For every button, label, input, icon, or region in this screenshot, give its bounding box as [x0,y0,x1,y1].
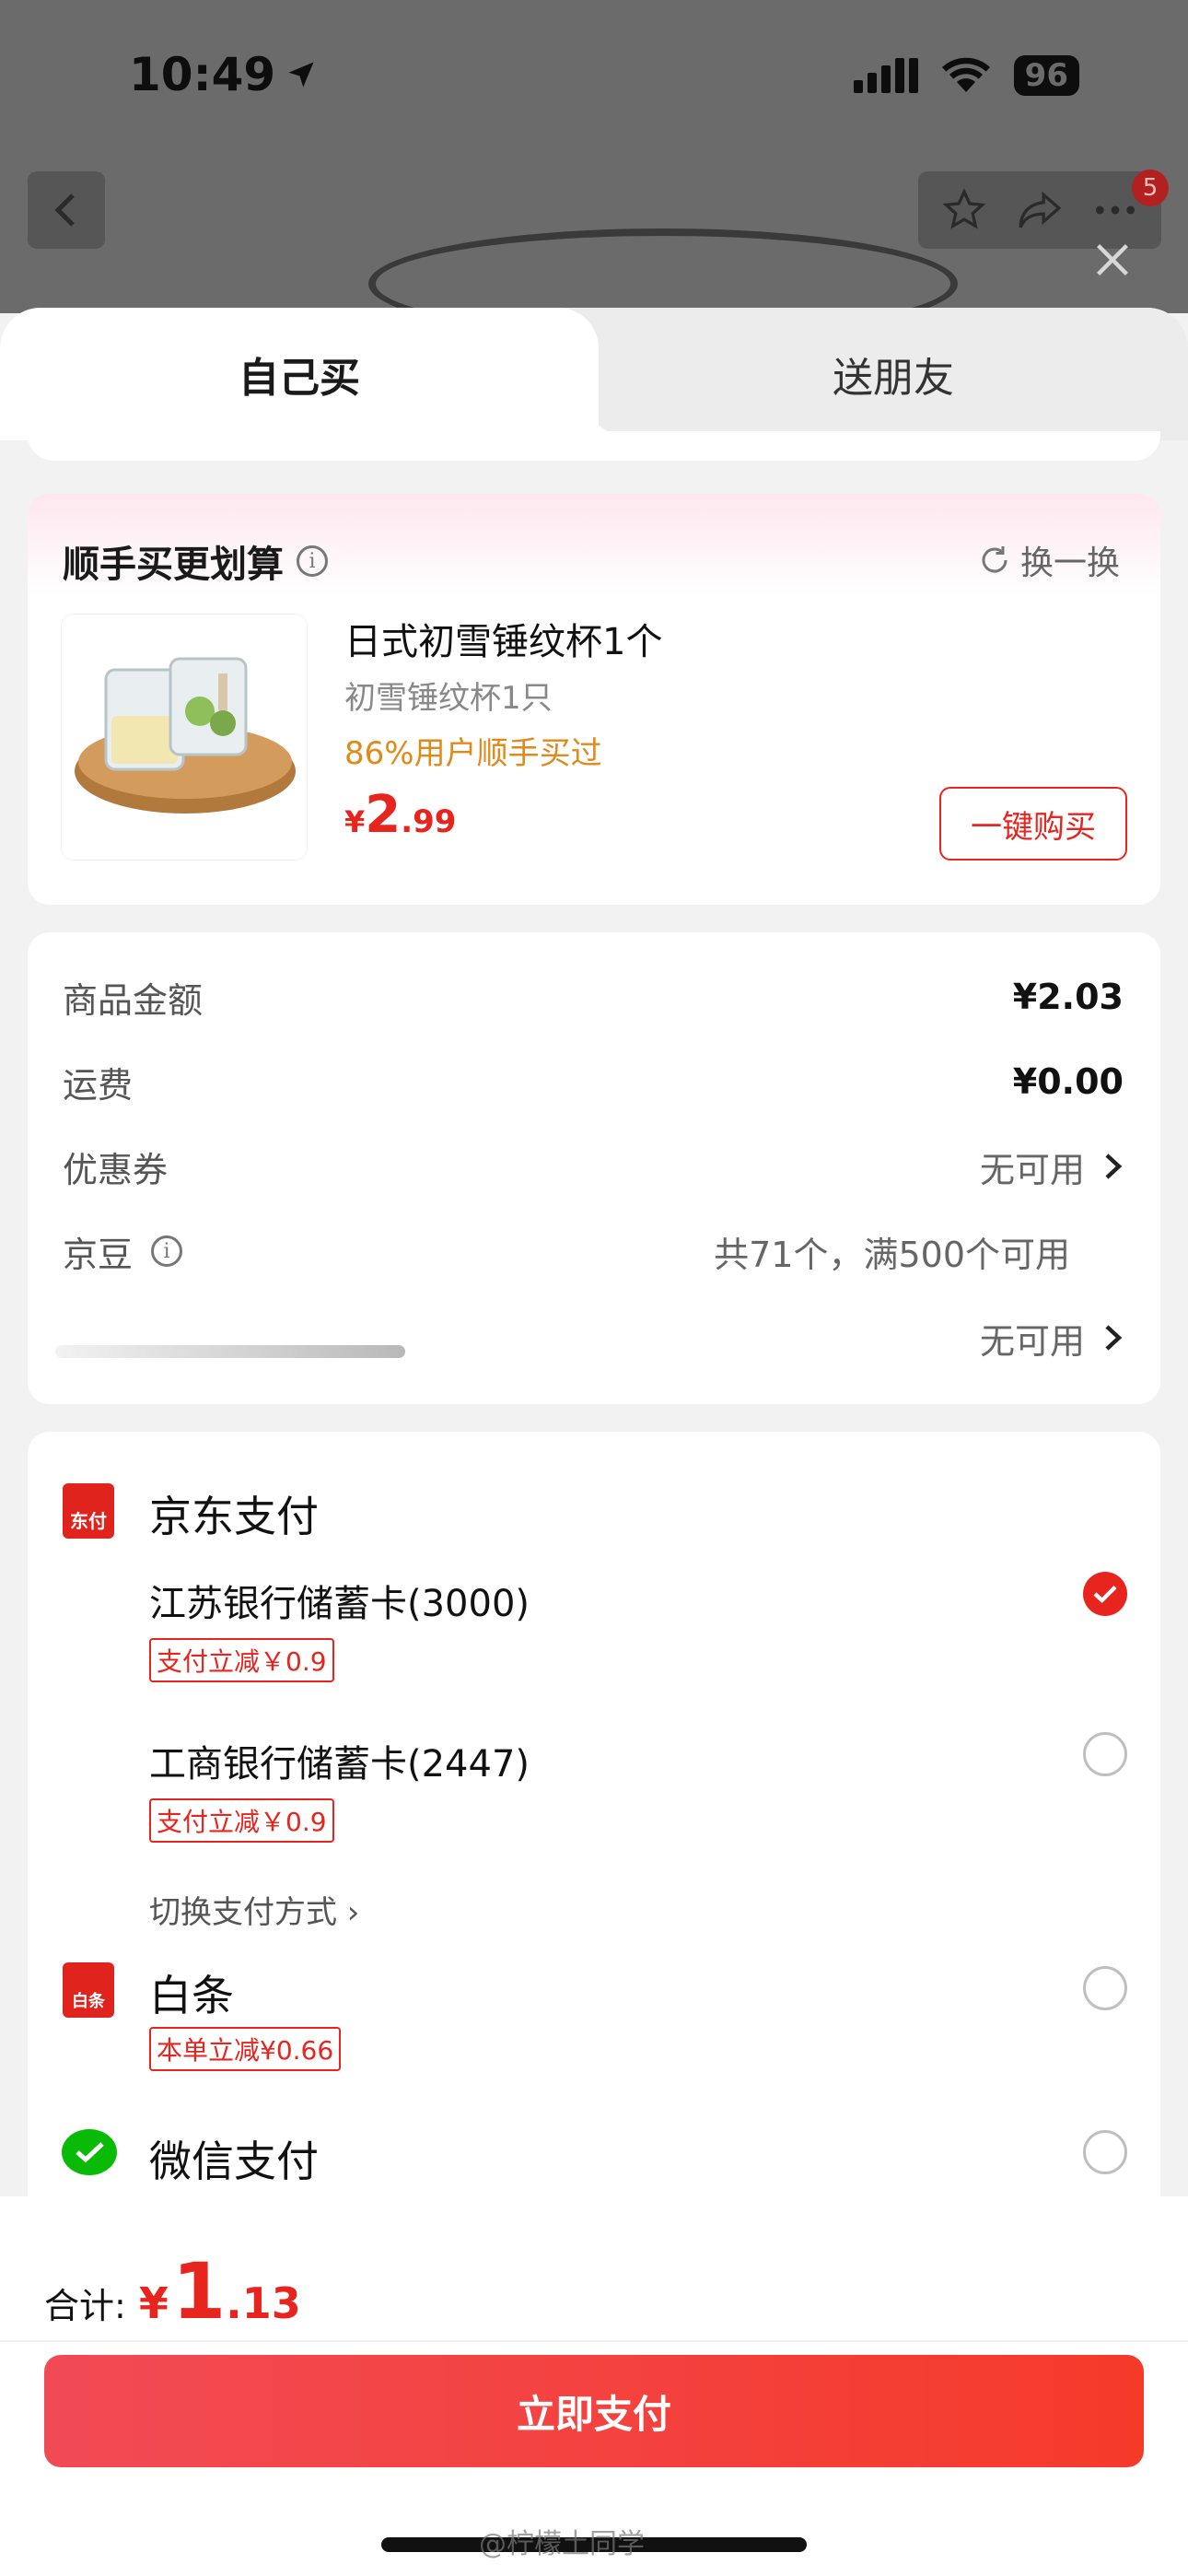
share-icon[interactable] [1015,187,1065,233]
info-icon[interactable]: i [297,545,328,577]
checkout-footer: 合计: ¥ 1 .13 立即支付 @柠檬土同学 [0,2196,1188,2576]
price-decimal: .99 [401,803,457,840]
tab-buy-for-self[interactable]: 自己买 [0,308,635,440]
total-label: 合计: [44,2286,126,2326]
other-discount-value: 无可用 [979,1320,1085,1362]
jd-pay-icon: 东付 [63,1483,114,1539]
refresh-button[interactable]: 换一换 [978,536,1120,584]
jd-bean-label: 京豆 [63,1234,134,1275]
upsell-title-text: 顺手买更划算 [63,544,284,586]
watermark: @柠檬土同学 [479,2528,645,2560]
divider [0,2340,1188,2342]
chevron-right-icon [1105,1325,1123,1351]
shipping-label: 运费 [63,1064,134,1106]
radio-unselected[interactable] [1083,1732,1127,1776]
switch-payment-method-link[interactable]: 切换支付方式 › [149,1887,359,1932]
upsell-product-price: ¥ 2 .99 [344,785,456,845]
jd-pay-title: 京东支付 [149,1492,319,1541]
upsell-product-name[interactable]: 日式初雪锤纹杯1个 [344,612,662,665]
total-decimal: .13 [226,2278,301,2328]
glass-cups-image [75,657,296,814]
status-time: 10:49 [129,48,318,101]
jd-bean-value: 共71个，满500个可用 [714,1234,1070,1275]
promo-tag: 本单立减¥0.66 [149,2027,342,2071]
address-card-edge [28,431,1160,461]
promo-tag: 支付立减￥0.9 [149,1798,334,1843]
nav-actions [918,171,1161,249]
notification-badge: 5 [1132,170,1169,206]
goods-amount-row: 商品金额 ¥2.03 [63,969,1124,1025]
bank-card-icbc[interactable]: 工商银行储蓄卡(2447) [149,1734,530,1787]
tab-send-to-friend[interactable]: 送朋友 [599,308,1188,440]
radio-selected[interactable] [1083,1572,1127,1616]
total-integer: 1 [171,2246,227,2336]
time-text: 10:49 [129,48,276,101]
order-summary-card: 商品金额 ¥2.03 运费 ¥0.00 优惠券 无可用 京豆 i 共71个，满5… [28,932,1160,1404]
jd-bean-label-group: 京豆 i [63,1226,183,1277]
upsell-product-image[interactable] [61,614,308,861]
star-icon[interactable] [941,187,987,233]
info-icon[interactable]: i [151,1235,183,1267]
upsell-card: 顺手买更划算 i 换一换 日式初雪锤纹杯1个 初雪锤纹杯1只 86%用户顺手买过… [28,494,1160,905]
order-total: 合计: ¥ 1 .13 [44,2246,301,2336]
bank-card-jiangsu[interactable]: 江苏银行储蓄卡(3000) [149,1574,530,1627]
status-bar: 10:49 96 [0,0,1188,161]
battery-indicator: 96 [1013,55,1079,96]
radio-unselected[interactable] [1083,2130,1127,2174]
status-indicators: 96 [853,55,1079,96]
price-symbol: ¥ [344,804,366,839]
other-value-group: 无可用 [980,1313,1124,1364]
upsell-title: 顺手买更划算 i [63,534,328,588]
chevron-left-icon [54,193,75,227]
other-discount-row[interactable]: 无可用 [63,1310,1124,1365]
goods-amount-label: 商品金额 [63,979,204,1021]
baitiao-title[interactable]: 白条 [149,1962,234,2023]
more-icon[interactable] [1092,201,1138,219]
one-click-buy-button[interactable]: 一键购买 [939,787,1127,861]
close-icon[interactable] [1092,240,1133,280]
wechat-pay-title[interactable]: 微信支付 [149,2128,319,2189]
back-button[interactable] [28,171,105,249]
coupon-label: 优惠券 [63,1149,169,1190]
wechat-pay-icon [62,2129,117,2175]
pay-now-button[interactable]: 立即支付 [44,2355,1144,2467]
upsell-product-spec: 初雪锤纹杯1只 [344,680,553,717]
shipping-value: ¥0.00 [1012,1061,1124,1102]
shipping-row: 运费 ¥0.00 [63,1054,1124,1109]
promo-tag: 支付立减￥0.9 [149,1638,334,1682]
refresh-icon [982,546,1007,573]
coupon-value-group: 无可用 [980,1142,1124,1192]
upsell-product-hint: 86%用户顺手买过 [344,735,602,772]
chevron-right-icon [1105,1153,1123,1179]
refresh-label: 换一换 [1019,544,1120,582]
total-symbol: ¥ [138,2278,169,2328]
wifi-icon [941,57,990,92]
baitiao-icon: 白条 [63,1962,114,2018]
check-icon [1093,1586,1117,1604]
price-integer: 2 [365,785,402,845]
cellular-signal-icon [853,58,918,93]
goods-amount-value: ¥2.03 [1012,977,1124,1017]
coupon-row[interactable]: 优惠券 无可用 [63,1139,1124,1194]
jd-bean-row: 京豆 i 共71个，满500个可用 [63,1224,1070,1279]
purchase-tabs: 自己买 送朋友 [0,308,1188,440]
radio-unselected[interactable] [1083,1966,1127,2010]
location-arrow-icon [288,62,314,88]
coupon-value: 无可用 [979,1149,1085,1190]
